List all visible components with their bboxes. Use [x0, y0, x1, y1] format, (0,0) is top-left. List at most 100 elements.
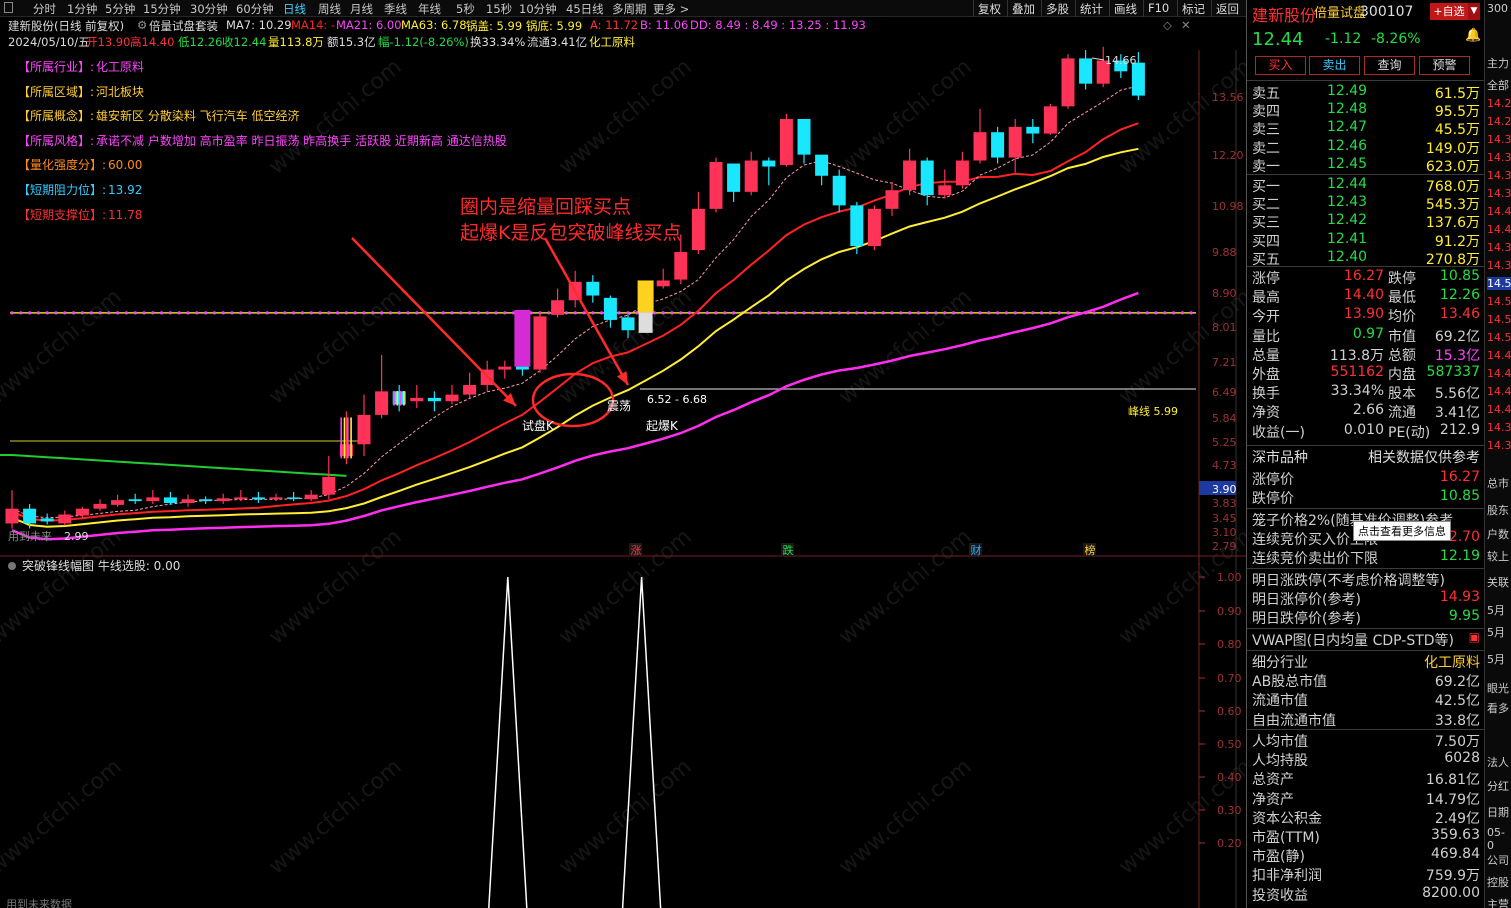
peak-dot: [388, 311, 392, 315]
side-item-25: 户数: [1487, 528, 1509, 541]
side-info-strip: 300 主力 全部 14.2 14.2 14.3 14.3 14.3 14.3 14.4 14.4 1…: [1484, 0, 1511, 908]
candle-body: [251, 497, 265, 500]
signal-spike: [488, 576, 528, 908]
peak-dot: [890, 311, 894, 315]
fin-row-label: 净资产: [1252, 791, 1294, 808]
tag-label: 【所属行业】:: [18, 60, 95, 74]
peak-dot: [1154, 311, 1158, 315]
trade-button-2[interactable]: 查询: [1364, 56, 1415, 75]
peak-dot: [344, 311, 348, 315]
candle-body: [128, 499, 142, 502]
peak-dot: [1040, 311, 1044, 315]
side-item-32: 看多: [1487, 702, 1509, 715]
peak-dot: [996, 311, 1000, 315]
next-row-0: 明日涨跌停(不考虑价格调整等): [1252, 570, 1480, 589]
candle-body: [533, 316, 547, 370]
candle-body: [727, 163, 741, 192]
candle-body: [674, 252, 688, 280]
ask-row-0-label: 卖五: [1252, 86, 1280, 102]
watermark-text: www.cfchi.com: [264, 754, 406, 879]
bid-row-1-price: 12.43: [1327, 194, 1368, 211]
stat-value-a: 2.66: [1352, 402, 1384, 419]
qibao-lower: [638, 312, 653, 333]
volume-stripe: [403, 390, 405, 406]
bid-row-0: 买一 12.44 768.0万: [1252, 176, 1480, 195]
stat-label-a: 总量: [1252, 347, 1280, 364]
shiban-label: 试盘K: [522, 418, 555, 433]
chart-icon[interactable]: ▣: [1469, 630, 1480, 644]
peak-dot: [1136, 311, 1140, 315]
stat-label-a: 外盘: [1252, 367, 1280, 383]
peak-dot: [1163, 311, 1167, 315]
limit-row-label: 涨停价: [1252, 472, 1294, 488]
candle-body: [920, 160, 934, 196]
bid-row-0-value: 768.0万: [1425, 179, 1480, 195]
volume-stripe: [340, 417, 342, 459]
stat-label-a: 最高: [1252, 290, 1280, 307]
add-watchlist-button[interactable]: +自选: [1430, 3, 1468, 20]
bid-row-2-label: 买三: [1252, 215, 1280, 232]
market-section-title: 深市品种: [1252, 450, 1308, 466]
event-marker-3: 榜: [1085, 543, 1096, 557]
peak-dot: [723, 311, 727, 315]
more-info-tooltip[interactable]: 点击查看更多信息: [1353, 521, 1451, 541]
stat-label-a: 今开: [1252, 309, 1280, 326]
stat-label-b: 股本: [1388, 386, 1416, 403]
candle-body: [287, 497, 301, 499]
side-item-18: 14.4: [1487, 367, 1511, 380]
peak-dot: [336, 311, 340, 315]
peak-dot: [714, 311, 718, 315]
tag-row-0: 【所属行业】: 化工原料: [18, 58, 144, 75]
tag-label: 【所属概念】:: [18, 109, 95, 124]
trade-button-3[interactable]: 预警: [1419, 56, 1470, 75]
tag-value: 承诺不减 户数增加 高市盈率 昨日振荡 昨高换手 活跃股 近期新高 通达信热股: [96, 133, 507, 148]
candle-body: [991, 132, 1005, 158]
side-item-0: 300: [1487, 2, 1508, 15]
fin-row-value: 759.9万: [1425, 868, 1480, 885]
peak-dot: [494, 311, 498, 315]
price-tick-label: 3.10: [1212, 526, 1237, 539]
side-item-23: 总市: [1487, 477, 1509, 490]
trade-button-0[interactable]: 买入: [1255, 56, 1306, 75]
vwap-row[interactable]: VWAP图(日内均量 CDP-STD等) ▣: [1252, 630, 1480, 649]
watermark-text: www.cfchi.com: [554, 54, 696, 179]
watermark-text: www.cfchi.com: [0, 524, 127, 649]
watermark-text: www.cfchi.com: [264, 284, 406, 409]
candle-body: [463, 384, 477, 395]
peak-dot: [98, 311, 102, 315]
fin-row-value: 14.79亿: [1425, 791, 1480, 808]
price-tick-label: 8.01: [1212, 321, 1237, 334]
fin-row-8: 投资收益 8200.00: [1252, 885, 1480, 904]
ask-row-2-value: 45.5万: [1434, 122, 1480, 139]
peak-dot: [925, 311, 929, 315]
candle-body: [445, 394, 459, 402]
bid-row-2-price: 12.42: [1327, 212, 1368, 229]
sep: [1247, 174, 1484, 175]
stat-value-b: 69.2亿: [1434, 328, 1480, 345]
peak-dot: [256, 311, 260, 315]
peak-dot: [450, 311, 454, 315]
fin-row-label: 投资收益: [1252, 887, 1308, 904]
ask-row-4-price: 12.45: [1327, 155, 1368, 172]
bell-icon[interactable]: 🔔: [1465, 28, 1481, 43]
market-section-header: 深市品种 相关数据仅供参考: [1252, 447, 1480, 466]
stat-row-0: 涨停 16.27 跌停 10.85: [1252, 268, 1480, 287]
shiban-candle: [514, 309, 531, 367]
peak-dot: [89, 311, 93, 315]
peak-dot: [582, 311, 586, 315]
watchlist-dropdown-icon[interactable]: ▼: [1468, 3, 1480, 20]
stat-label-b: PE(动): [1388, 424, 1431, 441]
volume-stripe: [347, 417, 349, 459]
volume-stripe: [343, 417, 346, 459]
detail-row-label: 细分行业: [1252, 655, 1308, 671]
peak-dot: [177, 311, 181, 315]
peak-dot: [327, 311, 331, 315]
trade-button-1[interactable]: 卖出: [1309, 56, 1360, 75]
candle-body: [938, 185, 952, 196]
ask-row-3-label: 卖二: [1252, 140, 1280, 157]
watermark-text: www.cfchi.com: [0, 754, 127, 879]
fin-row-1: 人均持股 6028: [1252, 750, 1480, 769]
peak-dot: [547, 311, 551, 315]
peak-dot: [221, 311, 225, 315]
peak-dot: [353, 311, 357, 315]
